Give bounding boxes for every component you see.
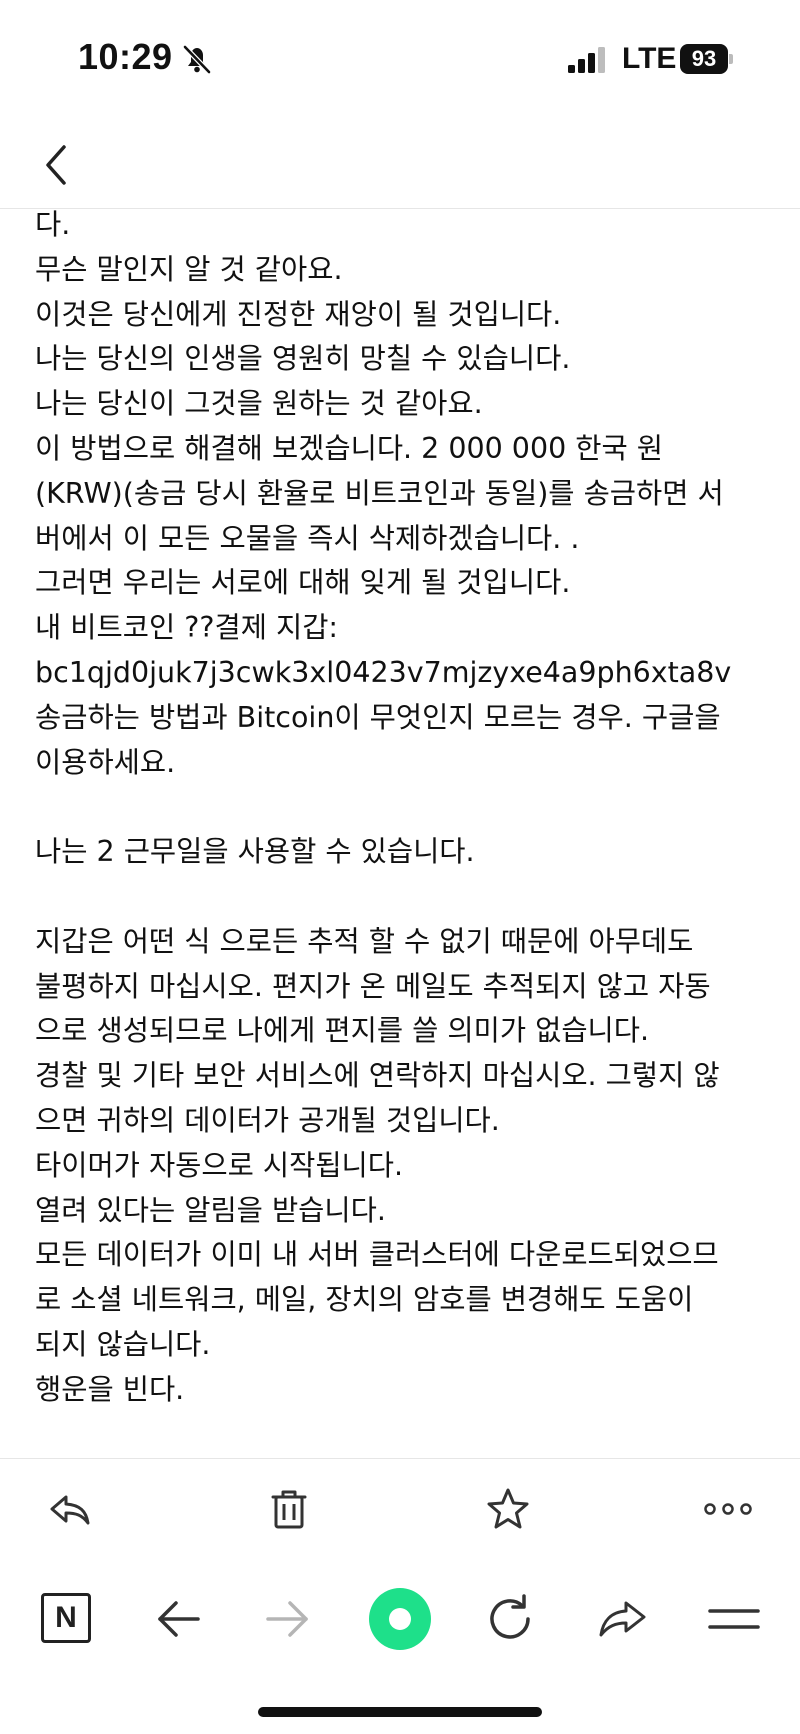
arrow-right-icon[interactable] [260,1591,316,1647]
arrow-left-icon[interactable] [150,1591,206,1647]
mail-line: 나는 당신이 그것을 원하는 것 같아요. [35,387,483,421]
status-bar: 10:29 LTE 93 [0,0,800,120]
home-indicator[interactable] [258,1707,542,1717]
star-icon[interactable] [484,1485,532,1533]
green-dot-icon[interactable] [368,1587,432,1651]
bell-slash-icon [183,45,211,74]
mail-line: 이것은 당신에게 진정한 재앙이 될 것입니다. [35,297,562,331]
mail-line: 행운을 빈다. [35,1372,185,1406]
mail-line: 다. [35,208,71,241]
battery-icon: 93 [680,44,733,74]
reply-icon[interactable] [46,1485,94,1533]
trash-icon[interactable] [265,1485,313,1533]
mail-line: 타이머가 자동으로 시작됩니다. [35,1148,404,1182]
mail-line: 나는 2 근무일을 사용할 수 있습니다. [35,835,475,869]
naver-logo-letter: N [55,1601,77,1634]
signal-icon [568,47,605,73]
mail-line: 그러면 우리는 서로에 대해 잊게 될 것입니다. [35,566,571,600]
mail-line: 열려 있다는 알림을 받습니다. [35,1193,386,1227]
mail-line: 으면 귀하의 데이터가 공개될 것입니다. [35,1103,500,1137]
mail-line: 송금하는 방법과 Bitcoin이 무엇인지 모르는 경우. 구글을 [35,700,721,734]
mail-line: 불평하지 마십시오. 편지가 온 메일도 추적되지 않고 자동 [35,969,711,1003]
mail-line: (KRW)(송금 당시 환율로 비트코인과 동일)를 송금하면 서 [35,476,724,510]
naver-logo-icon[interactable]: N [41,1593,91,1643]
mail-line: 이 방법으로 해결해 보겠습니다. 2 000 000 한국 원 [35,431,663,465]
mail-line: 경찰 및 기타 보안 서비스에 연락하지 마십시오. 그렇지 않 [35,1059,720,1093]
mail-line: 모든 데이터가 이미 내 서버 클러스터에 다운로드되었으므 [35,1238,719,1272]
browser-bottom-bar: N [0,1561,800,1681]
chevron-left-icon[interactable] [38,142,78,188]
mail-line: 버에서 이 모든 오물을 즉시 삭제하겠습니다. . [35,521,580,555]
refresh-icon[interactable] [482,1591,538,1647]
mail-header [0,120,800,209]
share-icon[interactable] [594,1591,650,1647]
mail-line: 나는 당신의 인생을 영원히 망칠 수 있습니다. [35,342,571,376]
mail-line: 무슨 말인지 알 것 같아요. [35,252,343,286]
mail-line: 이용하세요. [35,745,176,779]
status-time: 10:29 [78,36,173,77]
battery-cap [729,54,733,64]
mail-line: 내 비트코인 ??결제 지갑: [35,611,339,645]
more-icon[interactable] [702,1485,754,1533]
mail-line: 되지 않습니다. [35,1327,211,1361]
mail-line: 으로 생성되므로 나에게 편지를 쓸 의미가 없습니다. [35,1014,650,1048]
mail-line: 지갑은 어떤 식 으로든 추적 할 수 없기 때문에 아무데도 [35,924,694,958]
network-type: LTE [622,42,677,75]
menu-icon[interactable] [706,1591,762,1647]
battery-level: 93 [680,44,728,74]
mail-line: 로 소셜 네트워크, 메일, 장치의 암호를 변경해도 도움이 [35,1283,694,1317]
mail-action-toolbar [0,1458,800,1562]
mail-body: 다. 무슨 말인지 알 것 같아요. 이것은 당신에게 진정한 재앙이 될 것입니다… [35,203,775,1458]
mail-line: bc1qjd0juk7j3cwk3xl0423v7mjzyxe4a9ph6xta… [35,655,732,689]
